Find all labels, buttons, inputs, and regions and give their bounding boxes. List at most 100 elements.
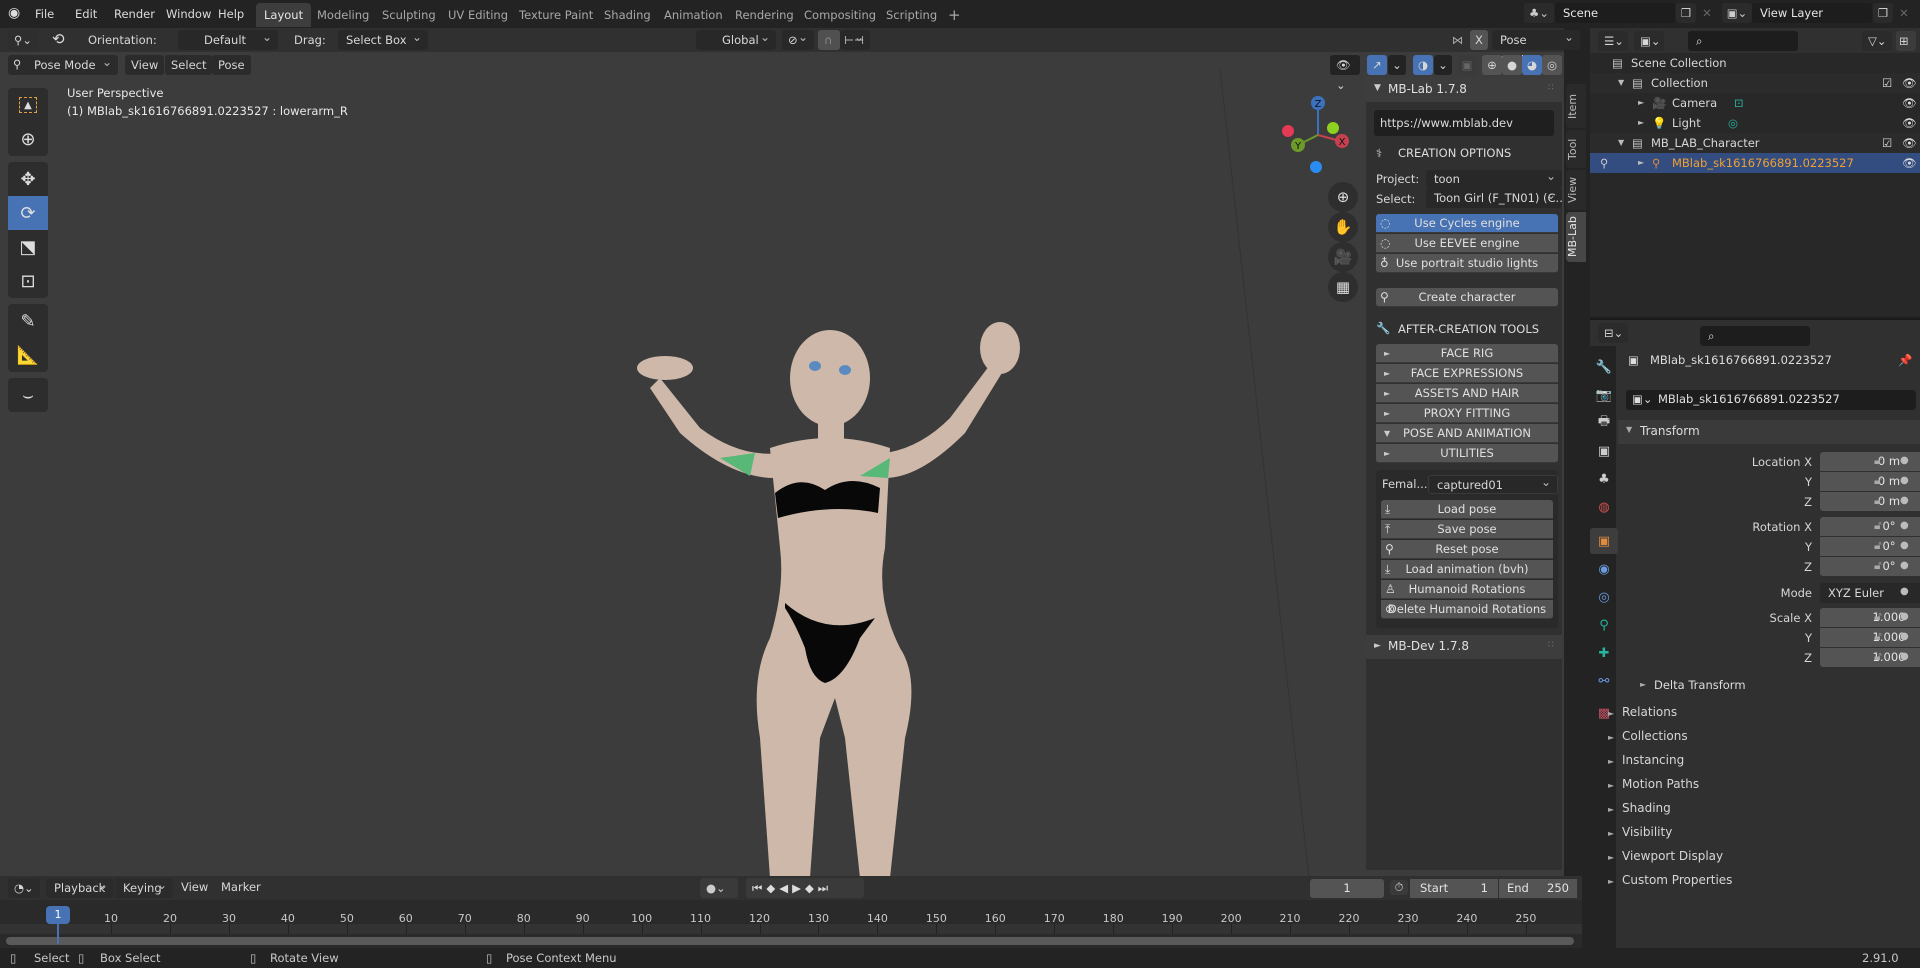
section-utilities[interactable]: ► UTILITIES [1376,444,1558,463]
character-model[interactable] [620,318,1060,878]
tab-compositing[interactable]: Compositing [796,3,884,27]
keyframe-dot-icon[interactable]: ● [1900,586,1909,597]
next-keyframe-icon[interactable]: ◆ [805,881,818,895]
portrait-lights-button[interactable]: ♁ Use portrait studio lights [1376,254,1558,273]
ortho-view-icon[interactable]: ▦ [1328,272,1358,302]
object-name-field[interactable]: ▣⌄ MBlab_sk1616766891.0223527 [1626,390,1916,410]
load-animation-button[interactable]: ⤓ Load animation (bvh) [1381,560,1553,579]
scene-tab-icon[interactable]: ♣ [1590,466,1618,492]
outliner-row-mblab-object[interactable]: ⚲ ► ⚲ MBlab_sk1616766891.0223527 👁 [1590,153,1920,173]
solid-shading-icon[interactable]: ● [1502,55,1522,75]
expand-icon[interactable]: ► [1638,153,1644,173]
drag-dropdown[interactable]: Select Box [338,27,428,50]
modifiers-tab-icon[interactable]: ◉ [1590,556,1618,582]
view-layer-filter-dropdown[interactable]: ▣⌄ [1634,31,1664,51]
outliner-row-collection[interactable]: ▼ ▤ Collection ☑ 👁 [1590,73,1920,93]
delta-transform-subpanel[interactable]: ► Delta Transform [1618,674,1920,698]
menu-select[interactable]: Select [165,55,213,75]
sidebar-tab-tool[interactable]: Tool [1566,130,1586,168]
tab-animation[interactable]: Animation [656,3,731,27]
render-tab-icon[interactable]: 📷 [1590,382,1618,408]
expand-icon[interactable]: ► [1638,93,1644,113]
collapse-icon[interactable]: ▼ [1618,133,1624,153]
physics-tab-icon[interactable]: ◎ [1590,584,1618,610]
play-reverse-icon[interactable]: ◀ [779,881,792,895]
menu-file[interactable]: File [28,4,61,24]
timeline-marker-menu[interactable]: Marker [221,880,261,894]
visibility-eye-icon[interactable]: 👁 [1902,133,1917,153]
section-assets-hair[interactable]: ► ASSETS AND HAIR [1376,384,1558,403]
light-data-icon[interactable]: ◎ [1728,113,1738,133]
tab-modeling[interactable]: Modeling [309,3,377,27]
start-frame-field[interactable]: Start 1 [1410,879,1498,898]
lock-icon[interactable]: 🔓︎ [1874,538,1882,553]
jump-end-icon[interactable]: ⏭ [818,881,832,895]
lock-icon[interactable]: 🔓︎ [1874,493,1882,508]
move-tool-icon[interactable]: ✥ [8,162,48,196]
lock-icon[interactable]: 🔓︎ [1874,558,1882,573]
exclude-checkbox[interactable]: ☑ [1882,133,1892,153]
mblab-url-field[interactable]: https://www.mblab.dev [1374,110,1554,136]
jump-start-icon[interactable]: ⏮ [752,881,766,895]
visibility-dropdown[interactable]: 👁⌄ [1330,55,1360,92]
pose-options-dropdown[interactable]: Pose Options [1492,27,1580,67]
humanoid-rotations-button[interactable]: ♙ Humanoid Rotations [1381,580,1553,599]
cursor-tool-icon[interactable]: ⊕ [8,122,48,156]
xray-toggle-icon[interactable]: ▣ [1458,55,1476,75]
delete-humanoid-rotations-button[interactable]: ⊗ Delete Humanoid Rotations [1381,600,1553,619]
tab-shading[interactable]: Shading [596,3,659,27]
section-proxy-fitting[interactable]: ► PROXY FITTING [1376,404,1558,423]
pivot-point-dropdown[interactable]: ⊘ [782,27,814,50]
object-type-icon[interactable]: ▣⌄ [1632,392,1653,406]
add-workspace-button[interactable]: + [940,3,969,27]
tool-settings-icon[interactable]: ⚲⌄ [8,30,38,50]
keyframe-dot-icon[interactable]: ● [1900,540,1909,551]
camera-data-icon[interactable]: ⊡ [1734,93,1744,113]
keyframe-dot-icon[interactable]: ● [1900,455,1909,466]
copy-scene-icon[interactable]: ❐ [1676,3,1696,23]
editor-type-dropdown[interactable]: ⊟⌄ [1598,323,1628,343]
tab-scripting[interactable]: Scripting [878,3,945,27]
sidebar-tab-mblab[interactable]: MB-Lab [1566,212,1586,262]
lock-icon[interactable]: 🔓︎ [1874,649,1882,664]
object-tab-icon[interactable]: ▣ [1590,528,1618,554]
keyframe-dot-icon[interactable]: ● [1900,631,1909,642]
bone-constraints-tab-icon[interactable]: ⚯ [1590,668,1618,694]
menu-view[interactable]: View [125,55,165,75]
tab-uv-editing[interactable]: UV Editing [440,3,516,27]
section-motion-paths[interactable]: ► Motion Paths [1608,772,1699,796]
visibility-eye-icon[interactable]: 👁 [1902,73,1917,93]
playback-controls[interactable]: ⏮◆◀▶◆⏭ [746,878,864,898]
collapse-icon[interactable]: ▼ [1618,73,1624,93]
zoom-view-icon[interactable]: ⊕ [1328,182,1358,212]
rotate-tool-icon[interactable]: ⟳ [8,196,48,230]
lock-icon[interactable]: 🔓︎ [1874,453,1882,468]
menu-window[interactable]: Window [159,4,218,24]
new-collection-icon[interactable]: ⊞ [1896,31,1916,51]
section-custom-properties[interactable]: ► Custom Properties [1608,868,1732,892]
section-instancing[interactable]: ► Instancing [1608,748,1684,772]
menu-render[interactable]: Render [107,4,162,24]
annotate-tool-icon[interactable]: ✎ [8,304,48,338]
keyframe-dot-icon[interactable]: ● [1900,495,1909,506]
close-scene-icon[interactable]: ✕ [1698,3,1716,23]
tab-texture-paint[interactable]: Texture Paint [511,3,601,27]
section-shading[interactable]: ► Shading [1608,796,1671,820]
use-eevee-button[interactable]: ◌ Use EEVEE engine [1376,234,1558,253]
current-frame-field[interactable]: 1 [1310,879,1384,898]
close-view-layer-icon[interactable]: ✕ [1895,3,1913,23]
mode-dropdown[interactable]: Pose Mode [8,52,118,75]
x-mirror-toggle[interactable]: X [1470,30,1488,50]
section-collections[interactable]: ► Collections [1608,724,1688,748]
gizmo-toggle-icon[interactable]: ↗ [1367,55,1387,75]
snap-toggle-icon[interactable]: ∩ [818,30,840,50]
character-select-dropdown[interactable]: Toon Girl (F_TN01) (C... [1426,189,1562,208]
drag-handle-icon[interactable]: ∷ [1548,83,1554,93]
scene-field[interactable]: Scene [1555,3,1675,23]
pin-icon[interactable]: 📌 [1898,353,1912,367]
visibility-eye-icon[interactable]: 👁 [1902,113,1917,133]
keyframe-dot-icon[interactable]: ● [1900,475,1909,486]
pan-view-icon[interactable]: ✋ [1328,212,1358,242]
select-box-tool-icon[interactable]: ▲ [8,88,48,122]
lock-icon[interactable]: 🔓︎ [1874,629,1882,644]
